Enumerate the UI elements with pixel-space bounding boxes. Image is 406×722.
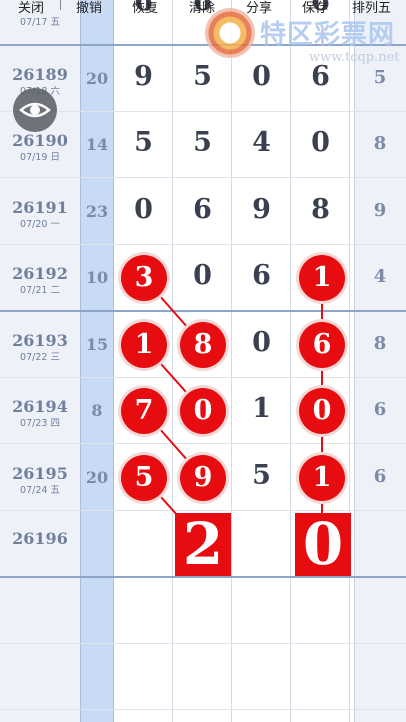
issue-number: 26196 bbox=[12, 529, 68, 548]
close-button[interactable]: 关闭 bbox=[18, 0, 44, 16]
grid-line bbox=[0, 111, 406, 112]
issue-date: 07/23 四 bbox=[20, 418, 60, 429]
sum-column bbox=[80, 0, 114, 722]
logo-title: 特区彩票网 bbox=[260, 20, 396, 50]
tail-value: 4 bbox=[373, 266, 387, 287]
highlight-ball[interactable]: 7 bbox=[121, 388, 167, 434]
highlight-ball[interactable]: 3 bbox=[121, 255, 167, 301]
prediction-box[interactable]: 0 bbox=[295, 513, 351, 576]
highlight-ball[interactable]: 1 bbox=[299, 255, 345, 301]
tail-value: 6 bbox=[373, 466, 387, 487]
grid-line bbox=[0, 643, 406, 644]
sum-value: 20 bbox=[85, 69, 109, 88]
sum-value: 8 bbox=[91, 401, 103, 420]
grid-line bbox=[0, 443, 406, 444]
highlight-ball[interactable]: 8 bbox=[180, 322, 226, 368]
digit-cell: 5 bbox=[252, 460, 271, 491]
redo-button[interactable]: 恢复 bbox=[132, 0, 158, 16]
grid-line bbox=[0, 177, 406, 178]
sum-value: 14 bbox=[85, 135, 109, 154]
issue-date: 07/19 日 bbox=[20, 152, 60, 163]
grid-line bbox=[0, 244, 406, 245]
sum-value: 23 bbox=[85, 202, 109, 221]
issue-number: 26193 bbox=[12, 331, 68, 350]
digit-column-3 bbox=[232, 0, 291, 722]
highlight-ball[interactable]: 0 bbox=[299, 388, 345, 434]
highlight-ball[interactable]: 0 bbox=[180, 388, 226, 434]
digit-cell: 4 bbox=[252, 127, 271, 158]
highlight-ball[interactable]: 1 bbox=[299, 455, 345, 501]
share-button[interactable]: 分享 bbox=[246, 0, 272, 16]
toolbar-separator bbox=[60, 0, 61, 10]
sum-value: 15 bbox=[85, 335, 109, 354]
tail-value: 6 bbox=[373, 399, 387, 420]
digit-cell: 6 bbox=[252, 260, 271, 291]
digit-cell: 8 bbox=[311, 194, 330, 225]
eye-icon bbox=[19, 102, 51, 118]
grid-line bbox=[0, 310, 406, 312]
issue-date: 07/22 三 bbox=[20, 352, 60, 363]
digit-cell: 0 bbox=[311, 127, 330, 158]
visibility-toggle-button[interactable] bbox=[13, 88, 57, 132]
logo-url: www.tcqp.net bbox=[309, 50, 400, 65]
issue-date: 07/21 二 bbox=[20, 285, 60, 296]
undo-button[interactable]: 撤销 bbox=[76, 0, 102, 16]
issue-date: 07/17 五 bbox=[20, 17, 60, 28]
digit-cell: 0 bbox=[252, 327, 271, 358]
clear-button[interactable]: 清除 bbox=[189, 0, 215, 16]
lottery-type-button[interactable]: 排列五 bbox=[352, 0, 391, 16]
grid-line bbox=[0, 377, 406, 378]
digit-cell: 5 bbox=[193, 127, 212, 158]
issue-number: 26191 bbox=[12, 198, 68, 217]
digit-cell: 9 bbox=[252, 194, 271, 225]
highlight-ball[interactable]: 5 bbox=[121, 455, 167, 501]
issue-number: 26195 bbox=[12, 464, 68, 483]
toolbar: 关闭 撤销 恢复 清除 分享 保存 排列五 bbox=[0, 0, 406, 16]
issue-number: 26190 bbox=[12, 131, 68, 150]
tail-value: 8 bbox=[373, 133, 387, 154]
save-button[interactable]: 保存 bbox=[302, 0, 328, 16]
issue-date: 07/20 一 bbox=[20, 219, 60, 230]
digit-cell: 9 bbox=[134, 61, 153, 92]
highlight-ball[interactable]: 9 bbox=[180, 455, 226, 501]
issue-number: 26189 bbox=[12, 65, 68, 84]
prediction-box[interactable]: 2 bbox=[175, 513, 231, 576]
sum-value: 20 bbox=[85, 468, 109, 487]
grid-line bbox=[0, 709, 406, 710]
issue-number: 26192 bbox=[12, 264, 68, 283]
highlight-ball[interactable]: 1 bbox=[121, 322, 167, 368]
digit-cell: 0 bbox=[134, 194, 153, 225]
tail-value: 9 bbox=[373, 200, 387, 221]
digit-cell: 1 bbox=[252, 393, 271, 424]
tail-value: 8 bbox=[373, 333, 387, 354]
digit-cell: 5 bbox=[134, 127, 153, 158]
trend-chart-page: 07/17 五 6 6 6 26189 07/18 六 20 9 5 0 6 5… bbox=[0, 0, 406, 722]
digit-cell: 0 bbox=[193, 260, 212, 291]
sum-value: 10 bbox=[85, 268, 109, 287]
tail-column bbox=[354, 0, 406, 722]
issue-number: 26194 bbox=[12, 397, 68, 416]
highlight-ball[interactable]: 6 bbox=[299, 322, 345, 368]
tail-value: 5 bbox=[373, 67, 387, 88]
digit-cell: 6 bbox=[193, 194, 212, 225]
issue-date: 07/24 五 bbox=[20, 485, 60, 496]
